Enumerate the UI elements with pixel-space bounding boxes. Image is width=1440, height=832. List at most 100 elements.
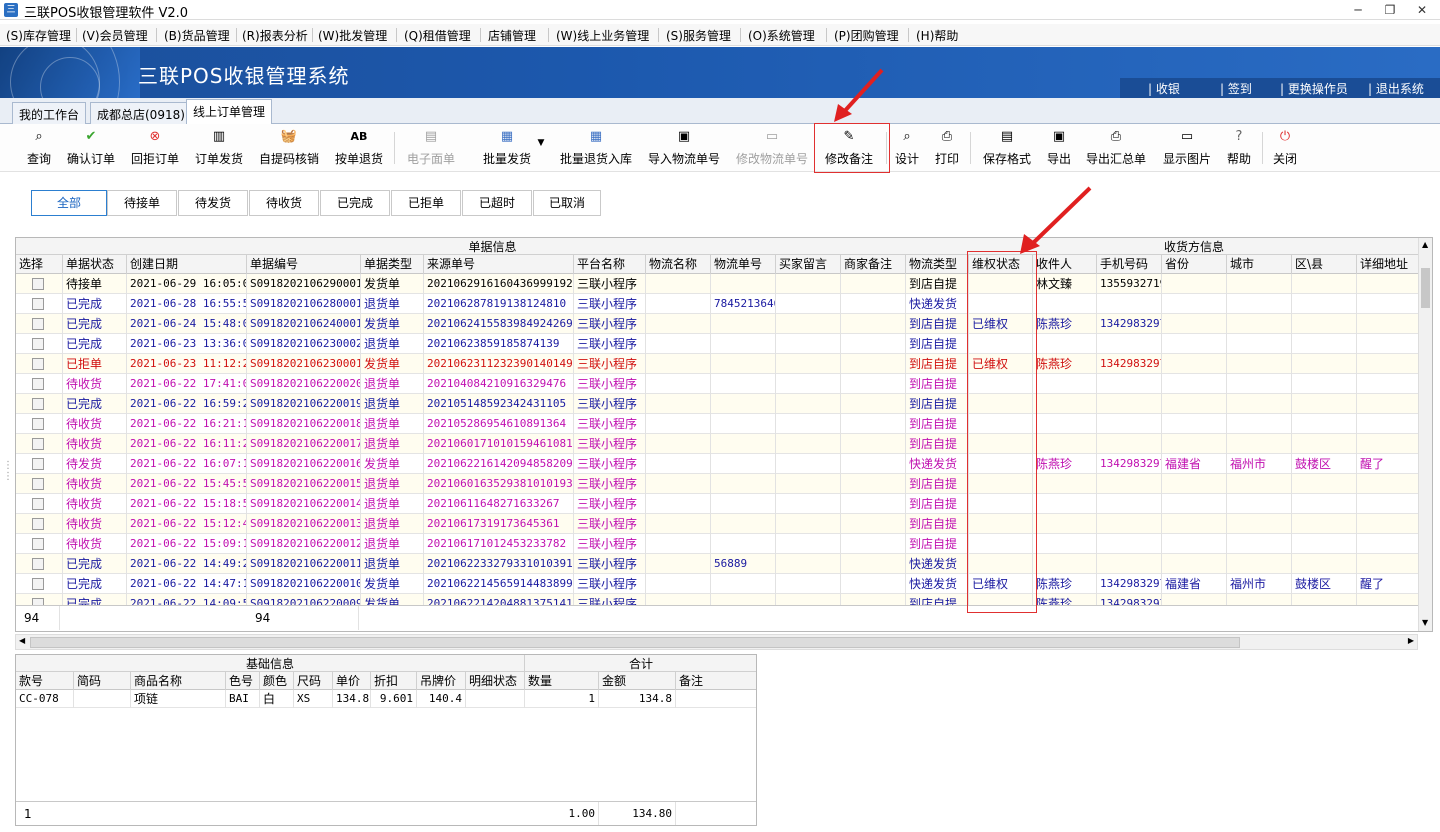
- edit-logistics-button[interactable]: ▭ 修改物流单号: [734, 128, 810, 168]
- print-button[interactable]: ⎙ 打印: [932, 128, 962, 168]
- table-row[interactable]: 已拒单 2021-06-23 11:12:28 S0918202106230001 发…: [16, 354, 1419, 374]
- menu-service[interactable]: (S)服务管理: [666, 27, 731, 44]
- row-checkbox[interactable]: [32, 278, 44, 290]
- filter-pending-ship[interactable]: 待发货: [178, 190, 248, 216]
- scroll-left-icon[interactable]: ◀: [19, 636, 25, 645]
- row-checkbox[interactable]: [32, 558, 44, 570]
- filter-rejected[interactable]: 已拒单: [391, 190, 461, 216]
- menu-goods[interactable]: (B)货品管理: [164, 27, 230, 44]
- electronic-waybill-button[interactable]: ▤ 电子面单: [404, 128, 458, 168]
- col-type[interactable]: 单据类型: [361, 255, 424, 274]
- col-status[interactable]: 单据状态: [63, 255, 127, 274]
- help-button[interactable]: ? 帮助: [1224, 128, 1254, 168]
- col-city[interactable]: 城市: [1227, 255, 1292, 274]
- row-checkbox[interactable]: [32, 438, 44, 450]
- dcol-detail-status[interactable]: 明细状态: [466, 672, 525, 690]
- table-row[interactable]: 已完成 2021-06-22 14:09:50 S0918202106220009 发…: [16, 594, 1419, 605]
- export-button[interactable]: ▣ 导出: [1044, 128, 1074, 168]
- link-cashier[interactable]: | 收银: [1148, 80, 1180, 97]
- col-phone[interactable]: 手机号码: [1097, 255, 1162, 274]
- menu-online[interactable]: (W)线上业务管理: [556, 27, 649, 44]
- col-select[interactable]: 选择: [16, 255, 63, 274]
- export-summary-button[interactable]: ⎙ 导出汇总单: [1084, 128, 1148, 168]
- dcol-color[interactable]: 颜色: [260, 672, 294, 690]
- table-row[interactable]: 待发货 2021-06-22 16:07:13 S0918202106220016 发…: [16, 454, 1419, 474]
- menu-system[interactable]: (O)系统管理: [748, 27, 815, 44]
- row-checkbox[interactable]: [32, 518, 44, 530]
- tab-store[interactable]: 成都总店(0918): [90, 102, 192, 124]
- confirm-order-button[interactable]: ✔ 确认订单: [64, 128, 118, 168]
- menu-help[interactable]: (H)帮助: [916, 27, 958, 44]
- row-checkbox[interactable]: [32, 318, 44, 330]
- row-checkbox[interactable]: [32, 458, 44, 470]
- filter-all[interactable]: 全部: [31, 190, 107, 216]
- dcol-size[interactable]: 尺码: [294, 672, 333, 690]
- row-checkbox[interactable]: [32, 298, 44, 310]
- scroll-down-icon[interactable]: ▼: [1422, 618, 1428, 627]
- scroll-right-icon[interactable]: ▶: [1408, 636, 1414, 645]
- table-row[interactable]: 已完成 2021-06-22 14:47:18 S0918202106220010 发…: [16, 574, 1419, 594]
- reject-order-button[interactable]: ⊗ 回拒订单: [128, 128, 182, 168]
- table-row[interactable]: 待收货 2021-06-22 16:21:17 S0918202106220018 退…: [16, 414, 1419, 434]
- tab-workspace[interactable]: 我的工作台: [12, 102, 87, 124]
- link-signin[interactable]: | 签到: [1220, 80, 1252, 97]
- save-format-button[interactable]: ▤ 保存格式: [980, 128, 1034, 168]
- filter-completed[interactable]: 已完成: [320, 190, 390, 216]
- table-row[interactable]: 已完成 2021-06-22 16:59:27 S0918202106220019 退…: [16, 394, 1419, 414]
- link-switch-operator[interactable]: | 更换操作员: [1280, 80, 1348, 97]
- scroll-thumb[interactable]: [1421, 268, 1430, 308]
- pickup-verify-button[interactable]: 🧺 自提码核销: [256, 128, 322, 168]
- show-image-button[interactable]: ▭ 显示图片: [1160, 128, 1214, 168]
- hscroll-thumb[interactable]: [30, 637, 1240, 648]
- col-logistics-name[interactable]: 物流名称: [646, 255, 711, 274]
- row-checkbox[interactable]: [32, 478, 44, 490]
- row-checkbox[interactable]: [32, 358, 44, 370]
- table-row[interactable]: 待接单 2021-06-29 16:05:04 S0918202106290001 发…: [16, 274, 1419, 294]
- menu-rental[interactable]: (Q)租借管理: [404, 27, 471, 44]
- close-button[interactable]: ⏻ 关闭: [1270, 128, 1300, 168]
- dcol-price[interactable]: 单价: [333, 672, 371, 690]
- col-buyer-msg[interactable]: 买家留言: [776, 255, 841, 274]
- dcol-tag-price[interactable]: 吊牌价: [417, 672, 466, 690]
- menu-inventory[interactable]: (S)库存管理: [6, 27, 71, 44]
- filter-cancelled[interactable]: 已取消: [533, 190, 601, 216]
- filter-timeout[interactable]: 已超时: [462, 190, 532, 216]
- col-source-no[interactable]: 来源单号: [424, 255, 574, 274]
- col-merchant-note[interactable]: 商家备注: [841, 255, 906, 274]
- menu-member[interactable]: (V)会员管理: [82, 27, 148, 44]
- row-checkbox[interactable]: [32, 378, 44, 390]
- splitter-grip[interactable]: ⋮ ⋮: [3, 460, 13, 520]
- col-date[interactable]: 创建日期: [127, 255, 247, 274]
- scroll-up-icon[interactable]: ▲: [1422, 240, 1428, 249]
- return-by-order-button[interactable]: AB 按单退货: [332, 128, 386, 168]
- row-checkbox[interactable]: [32, 538, 44, 550]
- dcol-colorno[interactable]: 色号: [226, 672, 260, 690]
- table-row[interactable]: 待收货 2021-06-22 15:18:51 S0918202106220014 退…: [16, 494, 1419, 514]
- row-checkbox[interactable]: [32, 398, 44, 410]
- table-row[interactable]: 待收货 2021-06-22 15:12:45 S0918202106220013 退…: [16, 514, 1419, 534]
- table-row[interactable]: 待收货 2021-06-22 17:41:05 S0918202106220020 退…: [16, 374, 1419, 394]
- row-checkbox[interactable]: [32, 338, 44, 350]
- dcol-discount[interactable]: 折扣: [371, 672, 417, 690]
- table-row[interactable]: 已完成 2021-06-22 14:49:29 S0918202106220011 退…: [16, 554, 1419, 574]
- col-platform[interactable]: 平台名称: [574, 255, 646, 274]
- dcol-note[interactable]: 备注: [676, 672, 756, 690]
- menu-group[interactable]: (P)团购管理: [834, 27, 899, 44]
- design-button[interactable]: ⌕ 设计: [892, 128, 922, 168]
- col-district[interactable]: 区\县: [1292, 255, 1357, 274]
- dcol-amount[interactable]: 金额: [599, 672, 676, 690]
- menu-reports[interactable]: (R)报表分析: [242, 27, 308, 44]
- detail-row[interactable]: CC-078 项链 BAI 白 XS 134.8 9.601 140.4 1 1…: [16, 690, 756, 708]
- filter-pending-accept[interactable]: 待接单: [107, 190, 177, 216]
- col-order-no[interactable]: 单据编号: [247, 255, 361, 274]
- dcol-short[interactable]: 简码: [74, 672, 131, 690]
- restore-icon[interactable]: ❐: [1380, 2, 1400, 18]
- table-row[interactable]: 已完成 2021-06-23 13:36:08 S0918202106230002 退…: [16, 334, 1419, 354]
- table-row[interactable]: 待收货 2021-06-22 16:11:28 S0918202106220017 退…: [16, 434, 1419, 454]
- col-logistics-no[interactable]: 物流单号: [711, 255, 776, 274]
- col-province[interactable]: 省份: [1162, 255, 1227, 274]
- table-row[interactable]: 待收货 2021-06-22 15:45:59 S0918202106220015 退…: [16, 474, 1419, 494]
- minimize-icon[interactable]: ─: [1348, 2, 1368, 18]
- orders-vertical-scrollbar[interactable]: ▲ ▼: [1418, 238, 1432, 631]
- row-checkbox[interactable]: [32, 418, 44, 430]
